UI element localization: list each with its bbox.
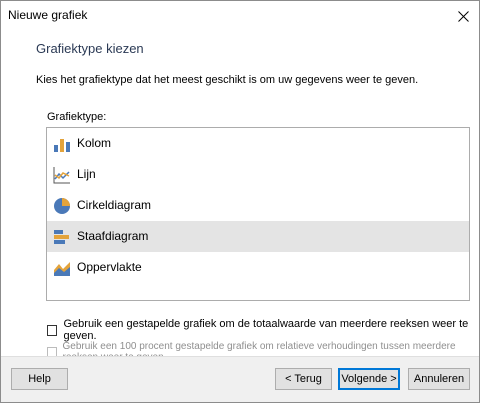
page-description: Kies het grafiektype dat het meest gesch… [36,74,419,86]
column-chart-icon [53,135,71,153]
close-button[interactable] [447,1,479,31]
window-title: Nieuwe grafiek [8,8,88,22]
help-button[interactable]: Help [11,368,68,390]
chart-type-label: Grafiektype: [47,111,107,123]
chart-type-item-pie[interactable]: Cirkeldiagram [47,190,469,221]
stacked-option-label: Gebruik een gestapelde grafiek om de tot… [63,318,469,342]
chart-type-item-label: Lijn [77,167,96,181]
chart-type-item-column[interactable]: Kolom [47,128,469,159]
line-chart-icon [53,166,71,184]
close-icon [457,10,469,22]
area-chart-icon [53,259,71,277]
cancel-button[interactable]: Annuleren [408,368,470,390]
new-chart-dialog: Nieuwe grafiek Grafiektype kiezen Kies h… [0,0,480,403]
chart-type-list[interactable]: Kolom Lijn Cirkeldiagram Staafdiagram Op… [46,127,470,301]
next-button[interactable]: Volgende > [338,368,400,390]
page-heading: Grafiektype kiezen [36,41,144,56]
button-bar: Help < Terug Volgende > Annuleren [1,356,479,402]
title-bar: Nieuwe grafiek [1,1,479,31]
chart-type-item-bar[interactable]: Staafdiagram [47,221,469,252]
stacked-option[interactable]: Gebruik een gestapelde grafiek om de tot… [47,318,479,342]
chart-type-item-label: Staafdiagram [77,229,149,243]
stacked-checkbox[interactable] [47,324,58,336]
back-button[interactable]: < Terug [275,368,332,390]
chart-type-item-label: Cirkeldiagram [77,198,152,212]
bar-chart-icon [53,228,71,246]
chart-type-item-label: Kolom [77,136,112,150]
chart-type-item-label: Oppervlakte [77,260,142,274]
chart-type-item-area[interactable]: Oppervlakte [47,252,469,283]
wizard-panel: Grafiektype kiezen Kies het grafiektype … [1,31,479,363]
chart-type-item-line[interactable]: Lijn [47,159,469,190]
pie-chart-icon [53,197,71,215]
